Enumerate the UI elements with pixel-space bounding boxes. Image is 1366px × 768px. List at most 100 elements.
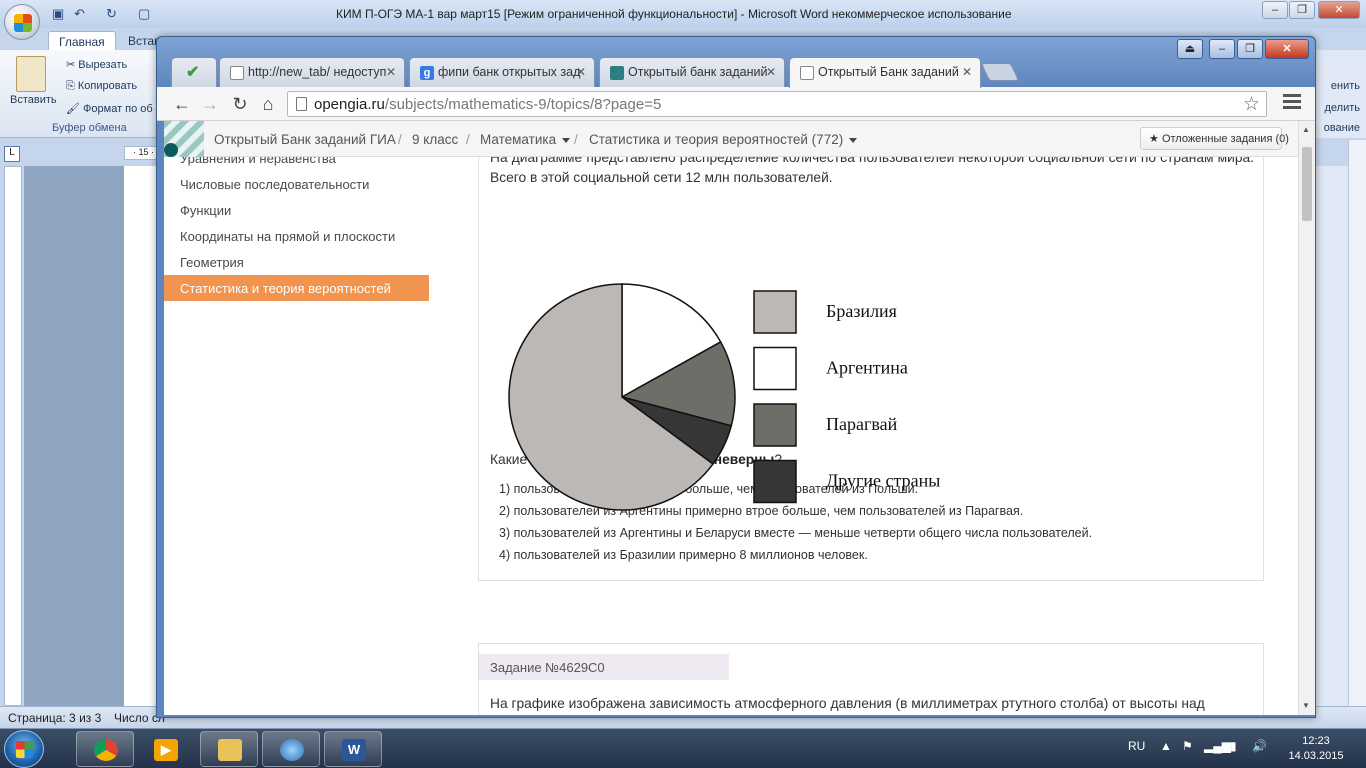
close-tab-icon[interactable]: ✕	[576, 65, 586, 79]
power-icon[interactable]: ▮	[1230, 739, 1237, 753]
taskbar-word[interactable]: W	[324, 731, 382, 767]
word-restore-button[interactable]: ❐	[1289, 1, 1315, 19]
legend-label: Парагвай	[826, 414, 898, 434]
sidebar-item-geometry[interactable]: Геометрия	[164, 249, 429, 275]
breadcrumb-subject[interactable]: Математика	[480, 132, 571, 147]
windows-logo-icon	[16, 741, 33, 758]
select-button[interactable]: делить	[1324, 102, 1360, 114]
legend-swatch	[753, 459, 797, 504]
close-tab-icon[interactable]: ✕	[962, 65, 972, 79]
close-tab-icon[interactable]: ✕	[766, 65, 776, 79]
cut-button[interactable]: ✂ Вырезать	[66, 58, 127, 71]
scrollbar-thumb[interactable]	[1302, 147, 1312, 221]
browser-restore-button[interactable]: ❐	[1237, 39, 1263, 59]
page-viewport: Открытый Банк заданий ГИА / 9 класс / Ма…	[164, 121, 1298, 715]
paste-button[interactable]: Вставить	[10, 94, 57, 106]
cut-label: Вырезать	[78, 59, 128, 71]
browser-user-button[interactable]: ⏏	[1177, 39, 1203, 59]
page-icon	[296, 97, 307, 111]
copy-button[interactable]: ⎘ Копировать	[66, 80, 137, 93]
start-button[interactable]	[4, 730, 44, 768]
tray-expand-icon[interactable]: ▲	[1160, 739, 1172, 753]
sidebar-item-statistics[interactable]: Статистика и теория вероятностей	[164, 275, 429, 301]
url-path: /subjects/mathematics-9/topics/8?page=5	[384, 96, 662, 113]
tab-selector-icon[interactable]: L	[4, 146, 20, 162]
forward-arrow-icon[interactable]: →	[199, 93, 221, 115]
signal-icon[interactable]: ▂▄▆	[1204, 739, 1231, 753]
tab-open-bank-fipi[interactable]: Открытый банк заданий ✕	[599, 57, 785, 87]
url-text: opengia.ru/subjects/mathematics-9/topics…	[314, 96, 661, 113]
taskbar-media-player[interactable]: ▶	[136, 731, 194, 767]
reload-icon[interactable]: ↻	[229, 93, 251, 115]
site-logo-icon[interactable]	[164, 121, 204, 157]
taskbar: ▶ W RU ▲ ⚑ ▂▄▆ ▮ 🔊 12:23 14.03.2015	[0, 728, 1366, 768]
tray-flag-icon[interactable]: ⚑	[1182, 739, 1193, 753]
breadcrumb-home[interactable]: Открытый Банк заданий ГИА	[214, 132, 396, 147]
word-close-button[interactable]: ✕	[1318, 1, 1360, 19]
volume-icon[interactable]: 🔊	[1252, 739, 1267, 753]
ruler-value: 15	[138, 147, 149, 157]
word-title: КИМ П-ОГЭ МА-1 вар март15 [Режим огранич…	[336, 7, 1012, 21]
save-icon[interactable]: ▣	[52, 6, 64, 22]
pie-chart: Бразилия Аргентина Парагвай Другие страны	[508, 283, 940, 511]
browser-minimize-button[interactable]: –	[1209, 39, 1235, 59]
legend-swatch	[753, 346, 797, 391]
taskbar-network[interactable]	[262, 731, 320, 767]
chevron-down-icon	[849, 137, 858, 143]
task-text: На графике изображена зависимость атмосф…	[490, 696, 1205, 711]
page-scrollbar[interactable]: ▲ ▼	[1298, 121, 1315, 715]
undo-icon[interactable]: ↶	[74, 6, 85, 22]
site-navbar: Открытый Банк заданий ГИА / 9 класс / Ма…	[164, 121, 1298, 157]
address-bar[interactable]: opengia.ru/subjects/mathematics-9/topics…	[287, 91, 1267, 117]
page-count-status[interactable]: Страница: 3 из 3	[8, 711, 101, 725]
clock-time: 12:23	[1302, 735, 1330, 747]
google-icon: g	[420, 66, 434, 80]
breadcrumb-separator: /	[466, 132, 470, 147]
sidebar-item-coordinates[interactable]: Координаты на прямой и плоскости	[164, 223, 429, 249]
breadcrumb-topic[interactable]: Статистика и теория вероятностей (772)	[589, 132, 858, 147]
quick-access-icon[interactable]: ▢	[138, 6, 150, 22]
word-minimize-button[interactable]: –	[1262, 1, 1288, 19]
ribbon-tab-home[interactable]: Главная	[48, 31, 116, 50]
clock-date: 14.03.2015	[1288, 750, 1344, 762]
format-painter-button[interactable]: 🖌 Формат по об	[66, 102, 153, 115]
legend-swatch	[753, 290, 797, 334]
scroll-up-icon[interactable]: ▲	[1302, 125, 1310, 134]
taskbar-explorer[interactable]	[200, 731, 258, 767]
tab-pinned-check[interactable]: ✔	[171, 57, 217, 87]
sidebar-item-sequences[interactable]: Числовые последовательности	[164, 171, 429, 197]
redo-icon[interactable]: ↻	[106, 6, 117, 22]
deferred-label: Отложенные задания (0)	[1161, 133, 1289, 145]
sidebar-item-functions[interactable]: Функции	[164, 197, 429, 223]
paste-icon[interactable]	[16, 56, 46, 92]
replace-button[interactable]: енить	[1331, 80, 1360, 92]
close-tab-icon[interactable]: ✕	[386, 65, 396, 79]
browser-close-button[interactable]: ✕	[1265, 39, 1309, 59]
task-option: 3) пользователей из Аргентины и Беларуси…	[499, 526, 1093, 540]
bookmark-star-icon[interactable]: ☆	[1243, 93, 1260, 116]
new-tab-button[interactable]	[980, 63, 1020, 81]
page-icon	[800, 66, 814, 80]
home-icon[interactable]: ⌂	[257, 93, 279, 115]
browser-window: ⏏ – ❐ ✕ ✔ http://new_tab/ недоступ ✕ g ф…	[156, 36, 1316, 718]
tab-open-bank-active[interactable]: Открытый Банк заданий ✕	[789, 57, 981, 88]
tab-fipi-search[interactable]: g фипи банк открытых зад ✕	[409, 57, 595, 87]
breadcrumb-separator: /	[398, 132, 402, 147]
network-icon	[280, 739, 304, 761]
breadcrumb-grade[interactable]: 9 класс	[412, 132, 458, 147]
tab-new-tab-unavailable[interactable]: http://new_tab/ недоступ ✕	[219, 57, 405, 87]
taskbar-chrome[interactable]	[76, 731, 134, 767]
browser-tab-strip: ⏏ – ❐ ✕ ✔ http://new_tab/ недоступ ✕ g ф…	[157, 37, 1315, 88]
task-id[interactable]: Задание №4629C0	[479, 654, 729, 680]
tab-label: фипи банк открытых зад	[438, 65, 581, 79]
word-scrollbar[interactable]	[1348, 140, 1366, 706]
tab-label: Открытый Банк заданий	[818, 65, 959, 79]
back-arrow-icon[interactable]: ←	[171, 93, 193, 115]
legend-label: Другие страны	[826, 471, 940, 491]
deferred-tasks-button[interactable]: ★ Отложенные задания (0)	[1140, 127, 1289, 150]
language-indicator[interactable]: RU	[1128, 739, 1145, 753]
scroll-down-icon[interactable]: ▼	[1302, 701, 1310, 710]
clock[interactable]: 12:23 14.03.2015	[1284, 734, 1348, 764]
browser-menu-icon[interactable]	[1283, 94, 1301, 112]
tab-label: Открытый банк заданий	[628, 65, 768, 79]
